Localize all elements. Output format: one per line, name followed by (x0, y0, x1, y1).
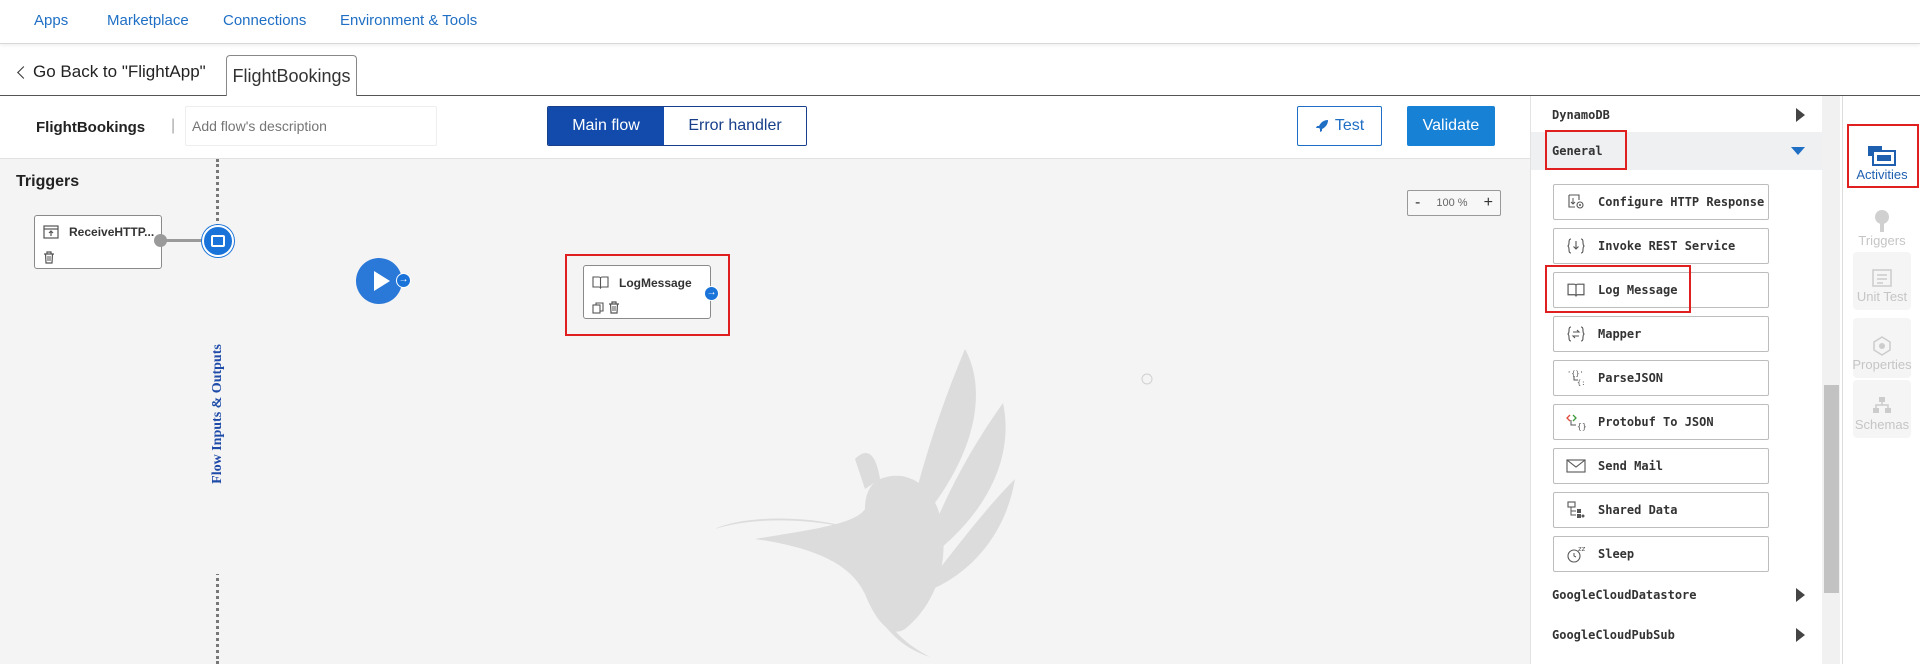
arrow-right-icon[interactable]: → (704, 286, 719, 301)
http-trigger-icon (43, 225, 59, 239)
activity-send-mail[interactable]: Send Mail (1553, 448, 1769, 484)
nav-apps[interactable]: Apps (34, 12, 68, 29)
scrollbar-thumb[interactable] (1824, 385, 1839, 593)
nav-connections[interactable]: Connections (223, 12, 306, 29)
rocket-icon (1315, 120, 1328, 132)
mapper-icon (1567, 326, 1585, 342)
shared-data-icon (1567, 501, 1585, 518)
copy-icon[interactable] (592, 302, 604, 314)
caret-right-icon (1796, 588, 1805, 602)
highlight-box-activities (1847, 124, 1919, 188)
activity-label: Mapper (1598, 327, 1642, 341)
activity-invoke-rest-service[interactable]: Invoke REST Service (1553, 228, 1769, 264)
sleep-icon: zz (1567, 545, 1586, 563)
activity-protobuf-to-json[interactable]: {} Protobuf To JSON (1553, 404, 1769, 440)
activity-shared-data[interactable]: Shared Data (1553, 492, 1769, 528)
json-icon: '{}'{:} (1567, 370, 1586, 387)
properties-icon (1873, 336, 1891, 356)
connector-handle[interactable] (154, 234, 167, 247)
sidebar-tab-properties[interactable]: Properties (1852, 318, 1912, 378)
book-icon (592, 276, 609, 289)
trash-icon[interactable] (43, 251, 55, 264)
flow-name: FlightBookings (36, 119, 146, 136)
mail-icon (1566, 459, 1586, 473)
flow-description-input[interactable] (185, 106, 437, 146)
category-label: GoogleCloudDatastore (1552, 588, 1697, 602)
caret-right-icon (1796, 628, 1805, 642)
category-label: DynamoDB (1552, 108, 1610, 122)
activity-label: Shared Data (1598, 503, 1678, 517)
trash-icon[interactable] (608, 301, 620, 314)
activity-panel: DynamoDB General Configure HTTP Response… (1530, 96, 1823, 664)
svg-text:{}: {} (1577, 422, 1586, 431)
activity-parsejson[interactable]: '{}'{:} ParseJSON (1553, 360, 1769, 396)
svg-text:'{}': '{}' (1567, 370, 1584, 378)
activity-label: Sleep (1598, 547, 1635, 561)
sidebar-tab-label: Triggers (1858, 233, 1906, 248)
svg-text:{:}: {:} (1577, 379, 1586, 387)
top-nav: Apps Marketplace Connections Environment… (0, 0, 1920, 44)
sidebar-tab-unit-test[interactable]: Unit Test (1853, 252, 1911, 310)
sidebar-tab-triggers[interactable]: Triggers (1853, 196, 1911, 254)
hummingbird-watermark-icon (715, 349, 1153, 657)
go-back-label: Go Back to "FlightApp" (33, 62, 206, 81)
trigger-connector (160, 239, 208, 242)
flow-mode-toggle: Main flow Error handler (547, 106, 807, 146)
nav-marketplace[interactable]: Marketplace (107, 12, 189, 29)
zoom-control: - 100 % + (1407, 190, 1501, 216)
separator: | (171, 117, 176, 134)
tab-flightbookings[interactable]: FlightBookings (226, 55, 357, 97)
unit-test-icon (1872, 269, 1892, 287)
nav-environment-tools[interactable]: Environment & Tools (340, 12, 477, 29)
test-button[interactable]: Test (1297, 106, 1382, 146)
activity-mapper[interactable]: Mapper (1553, 316, 1769, 352)
sidebar-tab-label: Properties (1852, 357, 1912, 372)
activity-label: Send Mail (1598, 459, 1664, 473)
activity-sleep[interactable]: zz Sleep (1553, 536, 1769, 572)
caret-down-icon (1791, 147, 1805, 155)
activity-label: Protobuf To JSON (1598, 415, 1714, 429)
protobuf-icon: {} (1566, 414, 1586, 431)
zoom-out-button[interactable]: - (1415, 194, 1420, 212)
svg-text:zz: zz (1578, 545, 1586, 553)
trigger-receive-http[interactable]: ReceiveHTTP... (34, 215, 162, 269)
arrow-right-icon[interactable]: → (396, 273, 411, 288)
trigger-icon (1875, 210, 1889, 232)
highlight-box-general (1545, 130, 1627, 170)
category-googleclouddatastore[interactable]: GoogleCloudDatastore (1531, 576, 1823, 614)
sidebar-tab-label: Schemas (1854, 417, 1910, 432)
activity-configure-http-response[interactable]: Configure HTTP Response (1553, 184, 1769, 220)
flow-toolbar: FlightBookings | Main flow Error handler… (0, 96, 1530, 159)
category-googlecloudpubsub[interactable]: GoogleCloudPubSub (1531, 616, 1823, 654)
activity-label: ParseJSON (1598, 371, 1664, 385)
go-back-link[interactable]: Go Back to "FlightApp" (17, 62, 206, 82)
flow-io-label[interactable]: Flow Inputs & Outputs (210, 344, 226, 484)
schemas-icon (1873, 397, 1891, 413)
error-handler-button[interactable]: Error handler (664, 107, 806, 145)
tab-row: Go Back to "FlightApp" FlightBookings (0, 44, 1920, 97)
highlight-box-log-message (1545, 265, 1691, 313)
main-flow-button[interactable]: Main flow (548, 107, 664, 145)
flow-io-node-icon[interactable] (202, 225, 234, 257)
caret-right-icon (1796, 108, 1805, 122)
activity-log-message[interactable]: LogMessage (583, 265, 711, 319)
activity-label: Configure HTTP Response (1598, 195, 1765, 209)
right-sidebar: Activities Triggers Unit Test Properties… (1842, 96, 1920, 664)
validate-button[interactable]: Validate (1407, 106, 1495, 146)
activity-label: Invoke REST Service (1598, 239, 1736, 253)
triggers-heading: Triggers (16, 173, 80, 190)
category-dynamodb[interactable]: DynamoDB (1531, 96, 1823, 134)
category-label: GoogleCloudPubSub (1552, 628, 1675, 642)
sidebar-tab-schemas[interactable]: Schemas (1853, 380, 1911, 438)
trigger-name: ReceiveHTTP... (69, 225, 155, 239)
zoom-in-button[interactable]: + (1484, 194, 1493, 212)
http-response-icon (1568, 194, 1584, 209)
chevron-left-icon (17, 66, 30, 79)
test-label: Test (1334, 117, 1365, 134)
activity-name: LogMessage (619, 276, 692, 290)
flow-canvas[interactable]: Triggers ReceiveHTTP... Flow Inputs & Ou… (0, 159, 1530, 664)
sidebar-tab-label: Unit Test (1856, 289, 1908, 304)
rest-icon (1567, 238, 1585, 254)
zoom-level: 100 % (1436, 197, 1468, 209)
